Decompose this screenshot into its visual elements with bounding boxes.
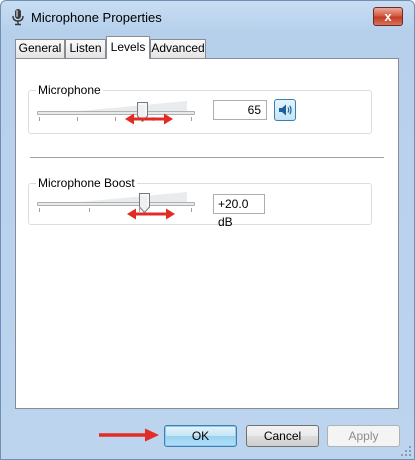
red-arrow-annotation [125, 113, 173, 125]
mute-toggle-button[interactable] [274, 99, 296, 121]
tab-listen[interactable]: Listen [65, 39, 106, 58]
slider-tick [39, 117, 40, 121]
apply-button[interactable]: Apply [327, 425, 400, 447]
microphone-icon [11, 8, 25, 26]
red-arrow-annotation [127, 208, 175, 220]
resize-grip-icon[interactable] [400, 445, 412, 457]
slider-tick [191, 208, 192, 212]
slider-tick [115, 117, 116, 121]
red-arrow-annotation [99, 428, 159, 442]
microphone-boost-value[interactable]: +20.0 dB [213, 194, 265, 229]
cancel-button[interactable]: Cancel [246, 425, 319, 447]
slider-tick [89, 208, 90, 212]
tab-levels[interactable]: Levels [106, 36, 150, 59]
speaker-icon [279, 104, 292, 116]
tab-advanced[interactable]: Advanced [150, 39, 206, 58]
microphone-boost-group: Microphone Boost +20.0 dB [28, 176, 372, 229]
title-bar: Microphone Properties x [1, 1, 414, 33]
levels-panel: Microphone 65 Microphone Boost +20.0 dB [15, 58, 399, 409]
close-icon: x [384, 9, 392, 24]
dialog-window: Microphone Properties x General Listen L… [0, 0, 415, 460]
slider-track [37, 202, 195, 206]
slider-tick [77, 117, 78, 121]
tab-general[interactable]: General [15, 39, 65, 58]
close-button[interactable]: x [373, 7, 403, 26]
slider-tick [191, 117, 192, 121]
ok-button[interactable]: OK [164, 425, 237, 447]
slider-tick [39, 208, 40, 212]
window-title: Microphone Properties [31, 10, 162, 25]
microphone-group: Microphone 65 [28, 83, 372, 134]
microphone-level-input[interactable]: 65 [213, 100, 267, 120]
microphone-label: Microphone [36, 83, 103, 97]
section-divider [30, 157, 384, 158]
